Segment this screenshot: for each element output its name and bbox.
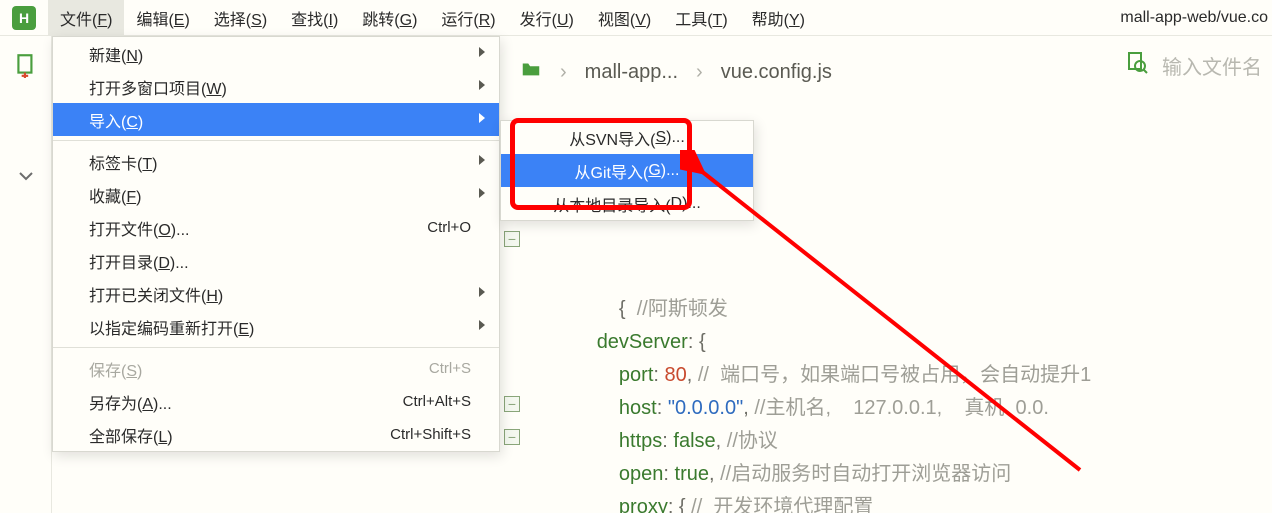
menu-item[interactable]: 以指定编码重新打开(E) [53, 310, 499, 343]
menu-separator [53, 140, 499, 141]
fold-toggle[interactable]: − [504, 429, 520, 445]
submenu-item[interactable]: 从SVN导入(S)... [501, 121, 753, 154]
menu-separator [53, 347, 499, 348]
chevron-right-icon [477, 153, 487, 171]
code-line: port: 80, // 端口号，如果端口号被占用，会自动提升1 [530, 359, 1272, 392]
menu-item[interactable]: 打开文件(O)...Ctrl+O [53, 211, 499, 244]
menu-item[interactable]: 导入(C) [53, 103, 499, 136]
chevron-right-icon [477, 111, 487, 129]
menu-item-label: 保存(S) [89, 357, 429, 381]
breadcrumb-part[interactable]: vue.config.js [721, 61, 832, 84]
project-path-label: mall-app-web/vue.co [1120, 9, 1272, 27]
menu-item-label: 全部保存(L) [89, 423, 390, 447]
menu-shortcut: Ctrl+S [429, 360, 471, 377]
menu-item-label: 打开文件(O)... [89, 216, 427, 240]
code-line: devServer: { [530, 326, 1272, 359]
menubar-item[interactable]: 文件(F) [48, 0, 124, 36]
menu-item[interactable]: 另存为(A)...Ctrl+Alt+S [53, 385, 499, 418]
import-submenu: 从SVN导入(S)...从Git导入(G)...从本地目录导入(D)... [500, 120, 754, 221]
menubar-item[interactable]: 选择(S) [202, 0, 279, 36]
chevron-right-icon [477, 186, 487, 204]
menu-shortcut: Ctrl+O [427, 219, 471, 236]
submenu-item[interactable]: 从Git导入(G)... [501, 154, 753, 187]
left-gutter [0, 36, 52, 513]
menu-item-label: 标签卡(T) [89, 150, 471, 174]
code-line: https: false, //协议 [530, 425, 1272, 458]
menu-item-label: 收藏(F) [89, 183, 471, 207]
menubar-item[interactable]: 跳转(G) [350, 0, 429, 36]
menu-item-label: 打开已关闭文件(H) [89, 282, 471, 306]
menu-item-label: 打开多窗口项目(W) [89, 75, 471, 99]
menu-shortcut: Ctrl+Shift+S [390, 426, 471, 443]
chevron-down-icon[interactable] [16, 166, 36, 191]
fold-toggle[interactable]: − [504, 231, 520, 247]
file-menu-dropdown: 新建(N) 打开多窗口项目(W) 导入(C) 标签卡(T) 收藏(F) 打开文件(O)..… [52, 36, 500, 452]
code-line: { //阿斯顿发 [530, 293, 1272, 326]
chevron-right-icon [477, 285, 487, 303]
menubar-item[interactable]: 视图(V) [586, 0, 663, 36]
folder-icon[interactable] [520, 58, 542, 86]
code-line: host: "0.0.0.0", //主机名, 127.0.0.1, 真机 0.… [530, 392, 1272, 425]
menu-item[interactable]: 打开多窗口项目(W) [53, 70, 499, 103]
search-placeholder[interactable]: 输入文件名 [1162, 51, 1262, 80]
menu-item[interactable]: 打开已关闭文件(H) [53, 277, 499, 310]
search-icon[interactable] [1124, 50, 1148, 80]
code-line: open: true, //启动服务时自动打开浏览器访问 [530, 458, 1272, 491]
app-logo: H [12, 6, 36, 30]
menubar-item[interactable]: 编辑(E) [124, 0, 201, 36]
fold-toggle[interactable]: − [504, 396, 520, 412]
menu-item[interactable]: 保存(S)Ctrl+S [53, 352, 499, 385]
menubar-item[interactable]: 帮助(Y) [740, 0, 817, 36]
chevron-right-icon [477, 78, 487, 96]
menubar-item[interactable]: 工具(T) [663, 0, 739, 36]
chevron-right-icon: › [560, 61, 567, 84]
menubar: H 文件(F)编辑(E)选择(S)查找(I)跳转(G)运行(R)发行(U)视图(… [0, 0, 1272, 36]
new-file-icon[interactable] [0, 52, 51, 78]
menu-item[interactable]: 打开目录(D)... [53, 244, 499, 277]
menu-item[interactable]: 标签卡(T) [53, 145, 499, 178]
menu-item[interactable]: 新建(N) [53, 37, 499, 70]
menu-item[interactable]: 全部保存(L)Ctrl+Shift+S [53, 418, 499, 451]
menubar-item[interactable]: 发行(U) [508, 0, 586, 36]
chevron-right-icon [477, 45, 487, 63]
submenu-item[interactable]: 从本地目录导入(D)... [501, 187, 753, 220]
breadcrumb: › mall-app... › vue.config.js [520, 50, 1042, 94]
menu-item-label: 新建(N) [89, 42, 471, 66]
menubar-item[interactable]: 运行(R) [429, 0, 507, 36]
menu-item-label: 打开目录(D)... [89, 249, 471, 273]
menu-item-label: 导入(C) [89, 108, 471, 132]
menu-item-label: 另存为(A)... [89, 390, 403, 414]
chevron-right-icon [477, 318, 487, 336]
code-line: proxy: { // 开发环境代理配置 [530, 491, 1272, 513]
menu-item[interactable]: 收藏(F) [53, 178, 499, 211]
menubar-item[interactable]: 查找(I) [279, 0, 350, 36]
menu-item-label: 以指定编码重新打开(E) [89, 315, 471, 339]
menu-shortcut: Ctrl+Alt+S [403, 393, 471, 410]
breadcrumb-part[interactable]: mall-app... [585, 61, 678, 84]
chevron-right-icon: › [696, 61, 703, 84]
